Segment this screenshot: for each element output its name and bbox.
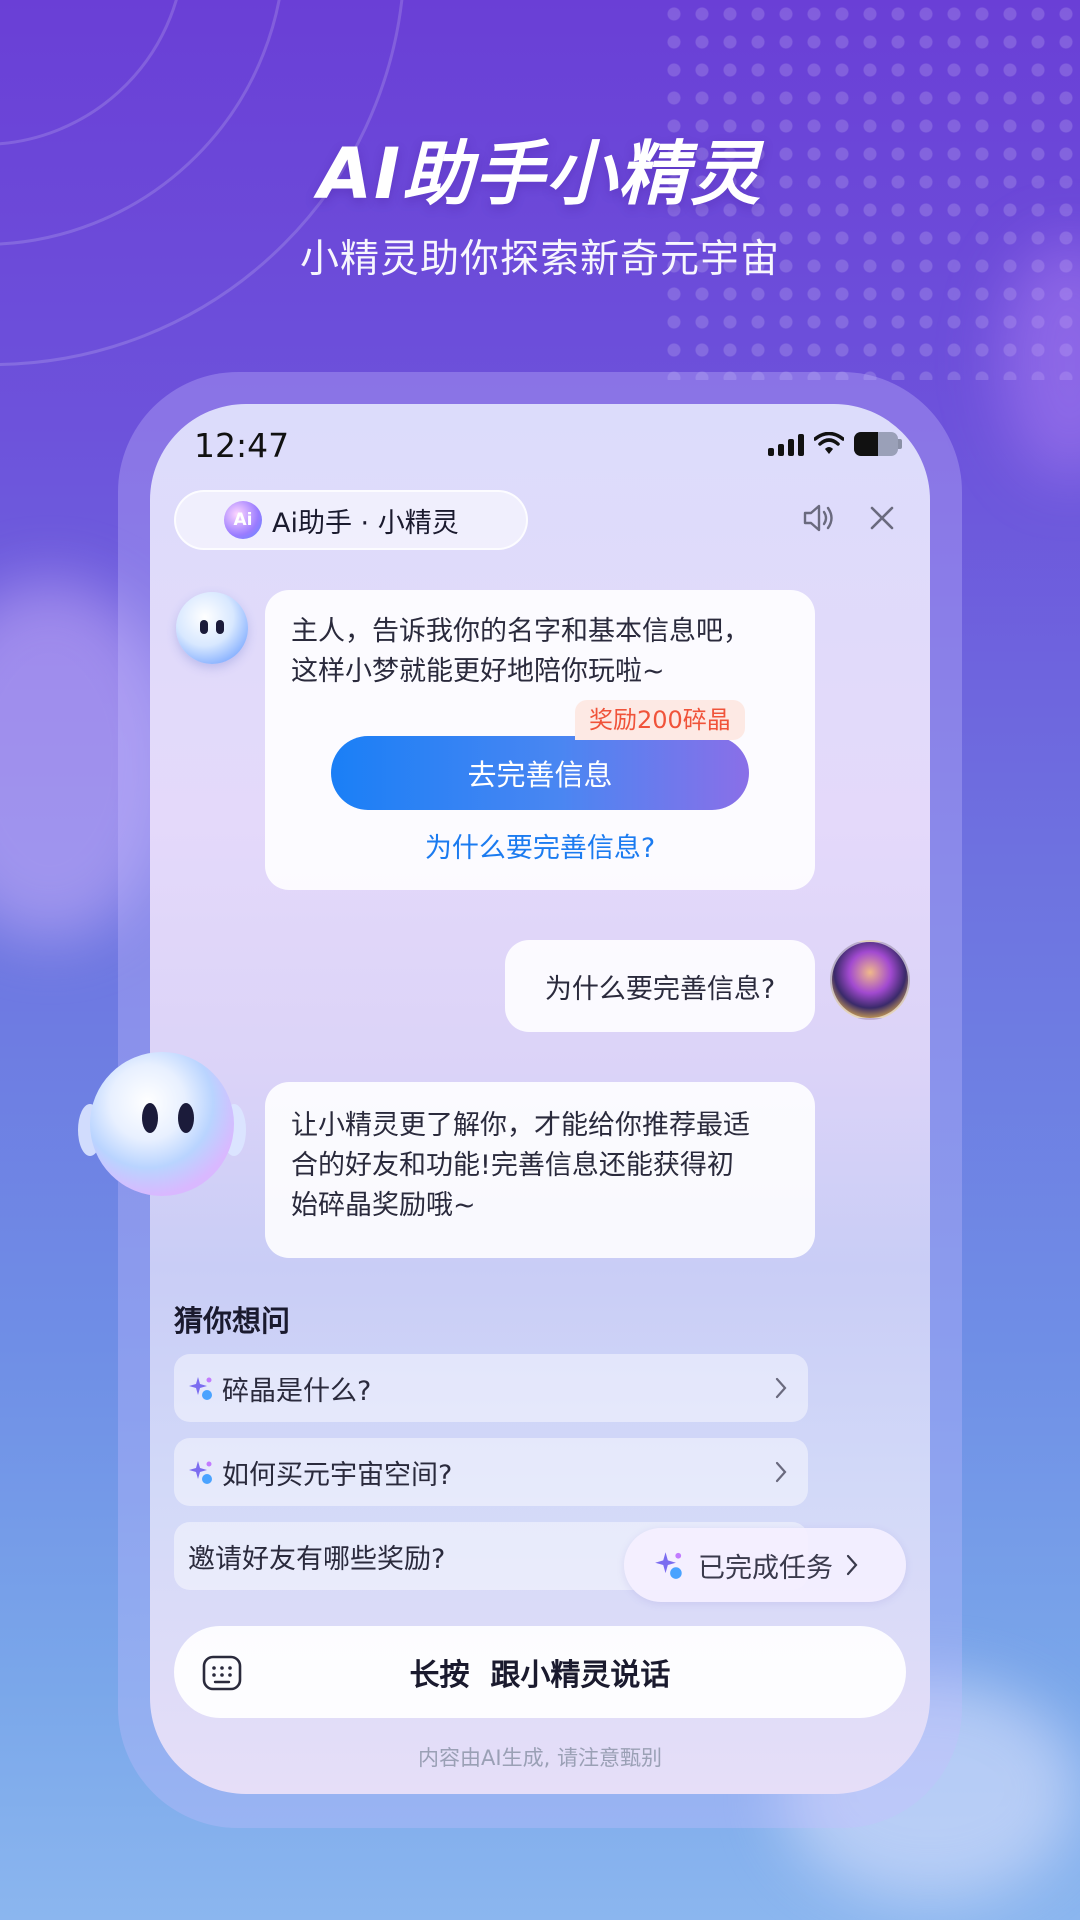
message-text: 这样小梦就能更好地陪你玩啦~: [291, 656, 665, 687]
wifi-icon: [814, 432, 844, 454]
user-avatar[interactable]: [830, 940, 910, 1020]
assistant-header: Ai Ai助手 · 小精灵: [174, 490, 528, 550]
suggestion-item[interactable]: 如何买元宇宙空间?: [174, 1438, 808, 1506]
completed-tasks-label: 已完成任务: [698, 1552, 833, 1584]
message-text: 让小精灵更了解你，才能给你推荐最适: [291, 1110, 750, 1141]
suggestion-label: 碎晶是什么?: [222, 1375, 372, 1407]
why-complete-info-link[interactable]: 为什么要完善信息?: [265, 826, 815, 865]
bot-avatar: [176, 592, 248, 664]
battery-icon: [854, 432, 898, 456]
floating-mascot-icon: [78, 1052, 246, 1196]
hold-to-talk-button[interactable]: 长按 跟小精灵说话: [174, 1626, 906, 1718]
hero-title: AI助手小精灵: [317, 133, 763, 215]
suggestion-label: 如何买元宇宙空间?: [222, 1459, 453, 1491]
reward-badge: 奖励200碎晶: [575, 700, 745, 740]
completed-tasks-button[interactable]: 已完成任务: [624, 1528, 906, 1602]
keyboard-icon[interactable]: [202, 1653, 242, 1693]
complete-info-button[interactable]: 去完善信息: [331, 736, 749, 810]
status-time: 12:47: [194, 426, 290, 465]
sparkle-icon: [655, 1552, 682, 1579]
message-text: 合的好友和功能!完善信息还能获得初: [291, 1150, 734, 1181]
bot-message-bubble: 主人，告诉我你的名字和基本信息吧， 这样小梦就能更好地陪你玩啦~ 去完善信息 奖…: [265, 590, 815, 890]
ai-logo-icon: Ai: [224, 501, 262, 539]
suggestions-title: 猜你想问: [174, 1304, 291, 1338]
chevron-right-icon: [846, 1554, 858, 1576]
phone-screen: 12:47 Ai Ai助手 · 小精灵 主人，告诉我你的名字和基本信息吧， 这样…: [150, 404, 930, 1794]
assistant-title: Ai助手 · 小精灵: [272, 507, 459, 539]
hold-to-talk-label: 长按 跟小精灵说话: [409, 1658, 671, 1693]
status-icons: [768, 432, 902, 456]
close-icon[interactable]: [864, 500, 900, 536]
sparkle-icon: [189, 1377, 212, 1400]
ai-disclaimer: 内容由AI生成, 请注意甄别: [418, 1746, 662, 1770]
message-text: 主人，告诉我你的名字和基本信息吧，: [291, 616, 750, 647]
suggestion-item[interactable]: 碎晶是什么?: [174, 1354, 808, 1422]
chevron-right-icon: [775, 1461, 787, 1483]
user-message-bubble: 为什么要完善信息?: [505, 940, 815, 1032]
speaker-icon[interactable]: [800, 500, 836, 536]
suggestion-label: 邀请好友有哪些奖励?: [188, 1543, 446, 1575]
message-text: 始碎晶奖励哦~: [291, 1190, 476, 1221]
bot-message-bubble: 让小精灵更了解你，才能给你推荐最适 合的好友和功能!完善信息还能获得初 始碎晶奖…: [265, 1082, 815, 1258]
sparkle-icon: [189, 1461, 212, 1484]
chevron-right-icon: [775, 1377, 787, 1399]
hero-subtitle: 小精灵助你探索新奇元宇宙: [299, 237, 780, 282]
signal-icon: [768, 432, 804, 456]
